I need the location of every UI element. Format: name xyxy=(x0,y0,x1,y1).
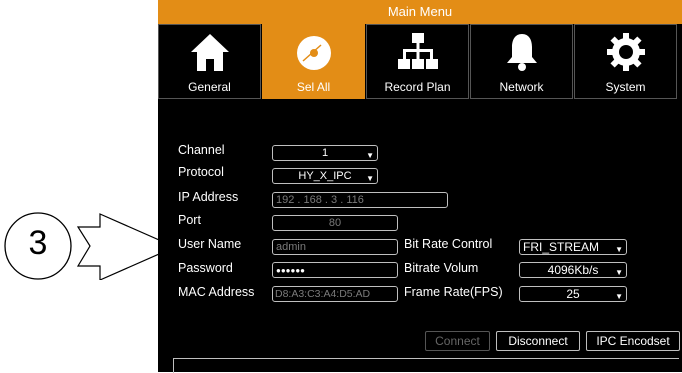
tab-general[interactable]: General xyxy=(158,24,261,99)
tab-label: Record Plan xyxy=(384,80,451,94)
annotation-number: 3 xyxy=(28,224,48,262)
user-name-input[interactable]: admin xyxy=(272,239,398,255)
ip-address-value: 192 . 168 . 3 . 116 xyxy=(276,194,364,206)
tab-network[interactable]: Network xyxy=(470,24,573,99)
tab-record-plan[interactable]: Record Plan xyxy=(366,24,469,99)
chevron-down-icon: ▼ xyxy=(366,151,374,160)
chevron-down-icon: ▼ xyxy=(615,292,623,301)
channel-label: Channel xyxy=(178,143,225,157)
tab-label: Sel All xyxy=(296,80,331,94)
user-name-label: User Name xyxy=(178,237,242,251)
gear-icon xyxy=(606,33,645,71)
bit-rate-control-select[interactable]: FRI_STREAM ▼ xyxy=(519,239,627,255)
disc-icon xyxy=(296,36,331,70)
protocol-select[interactable]: HY_X_IPC ▼ xyxy=(272,168,378,184)
tab-label: General xyxy=(188,80,231,94)
bit-rate-control-value: FRI_STREAM xyxy=(523,240,600,254)
password-value: ●●●●●● xyxy=(276,266,305,275)
tab-sel-all[interactable]: Sel All xyxy=(262,24,365,99)
ip-address-label: IP Address xyxy=(178,190,239,204)
tab-label: System xyxy=(605,80,646,94)
ip-address-input[interactable]: 192 . 168 . 3 . 116 xyxy=(272,192,448,208)
chevron-down-icon: ▼ xyxy=(366,174,374,183)
user-name-value: admin xyxy=(276,241,306,253)
port-input[interactable]: 80 xyxy=(272,215,398,231)
bell-icon xyxy=(506,34,537,71)
password-label: Password xyxy=(178,261,233,275)
mac-address-label: MAC Address xyxy=(178,285,255,299)
bitrate-volum-label: Bitrate Volum xyxy=(404,261,479,275)
frame-rate-value: 25 xyxy=(566,287,580,301)
port-value: 80 xyxy=(328,217,342,229)
protocol-label: Protocol xyxy=(178,165,224,179)
device-list-border xyxy=(173,358,679,373)
ipc-encodeset-button[interactable]: IPC Encodset xyxy=(586,331,680,351)
hierarchy-icon xyxy=(397,33,438,69)
tab-label: Network xyxy=(499,80,544,94)
frame-rate-label: Frame Rate(FPS) xyxy=(404,285,503,299)
bitrate-volum-value: 4096Kb/s xyxy=(547,263,599,277)
window-title: Main Menu xyxy=(158,0,682,24)
disconnect-button[interactable]: Disconnect xyxy=(496,331,580,351)
mac-address-input[interactable]: D8:A3:C3:A4:D5:AD xyxy=(272,286,398,302)
connect-button[interactable]: Connect xyxy=(425,331,490,351)
frame-rate-select[interactable]: 25 ▼ xyxy=(519,286,627,302)
port-label: Port xyxy=(178,213,201,227)
bitrate-volum-select[interactable]: 4096Kb/s ▼ xyxy=(519,262,627,278)
home-icon xyxy=(190,34,229,71)
password-input[interactable]: ●●●●●● xyxy=(272,262,398,278)
chevron-down-icon: ▼ xyxy=(615,245,623,254)
protocol-value: HY_X_IPC xyxy=(298,170,352,182)
channel-select[interactable]: 1 ▼ xyxy=(272,145,378,161)
channel-value: 1 xyxy=(321,147,329,159)
bit-rate-control-label: Bit Rate Control xyxy=(404,237,493,251)
tab-system[interactable]: System xyxy=(574,24,677,99)
main-menu-panel: Main Menu General Sel All Record Plan Ne… xyxy=(158,0,682,373)
tab-bar: General Sel All Record Plan Network Syst… xyxy=(158,24,682,101)
chevron-down-icon: ▼ xyxy=(615,268,623,277)
mac-address-value: D8:A3:C3:A4:D5:AD xyxy=(275,288,371,300)
